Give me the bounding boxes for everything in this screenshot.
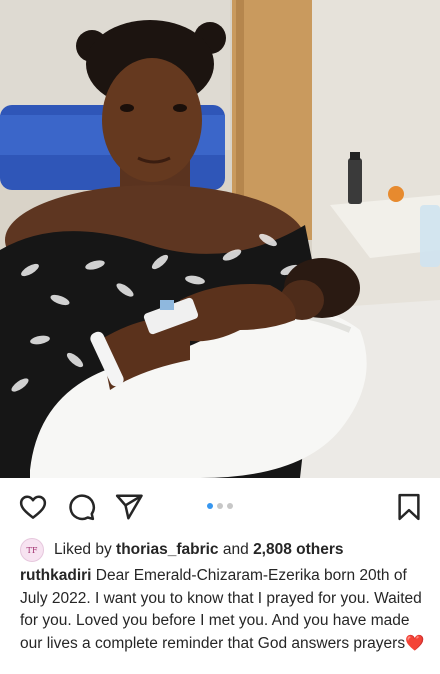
likes-others-count[interactable]: 2,808 others [253, 541, 343, 559]
carousel-dot [227, 503, 233, 509]
liker-avatar[interactable]: TF [20, 538, 44, 562]
bookmark-icon[interactable] [394, 492, 424, 522]
post-action-bar [0, 478, 440, 534]
carousel-dot [217, 503, 223, 509]
carousel-dot-active [207, 503, 213, 509]
likes-joiner: and [222, 541, 249, 558]
likes-summary: TF Liked by thorias_fabric and 2,808 oth… [20, 538, 430, 562]
heart-emoji-icon: ❤️ [405, 634, 425, 652]
liker-username[interactable]: thorias_fabric [116, 541, 219, 559]
caption-username[interactable]: ruthkadiri [20, 567, 91, 584]
carousel-indicator [0, 503, 440, 511]
post-photo[interactable] [0, 0, 440, 478]
post-caption: ruthkadiri Dear Emerald-Chizaram-Ezerika… [20, 565, 428, 669]
likes-prefix: Liked by [54, 541, 112, 558]
